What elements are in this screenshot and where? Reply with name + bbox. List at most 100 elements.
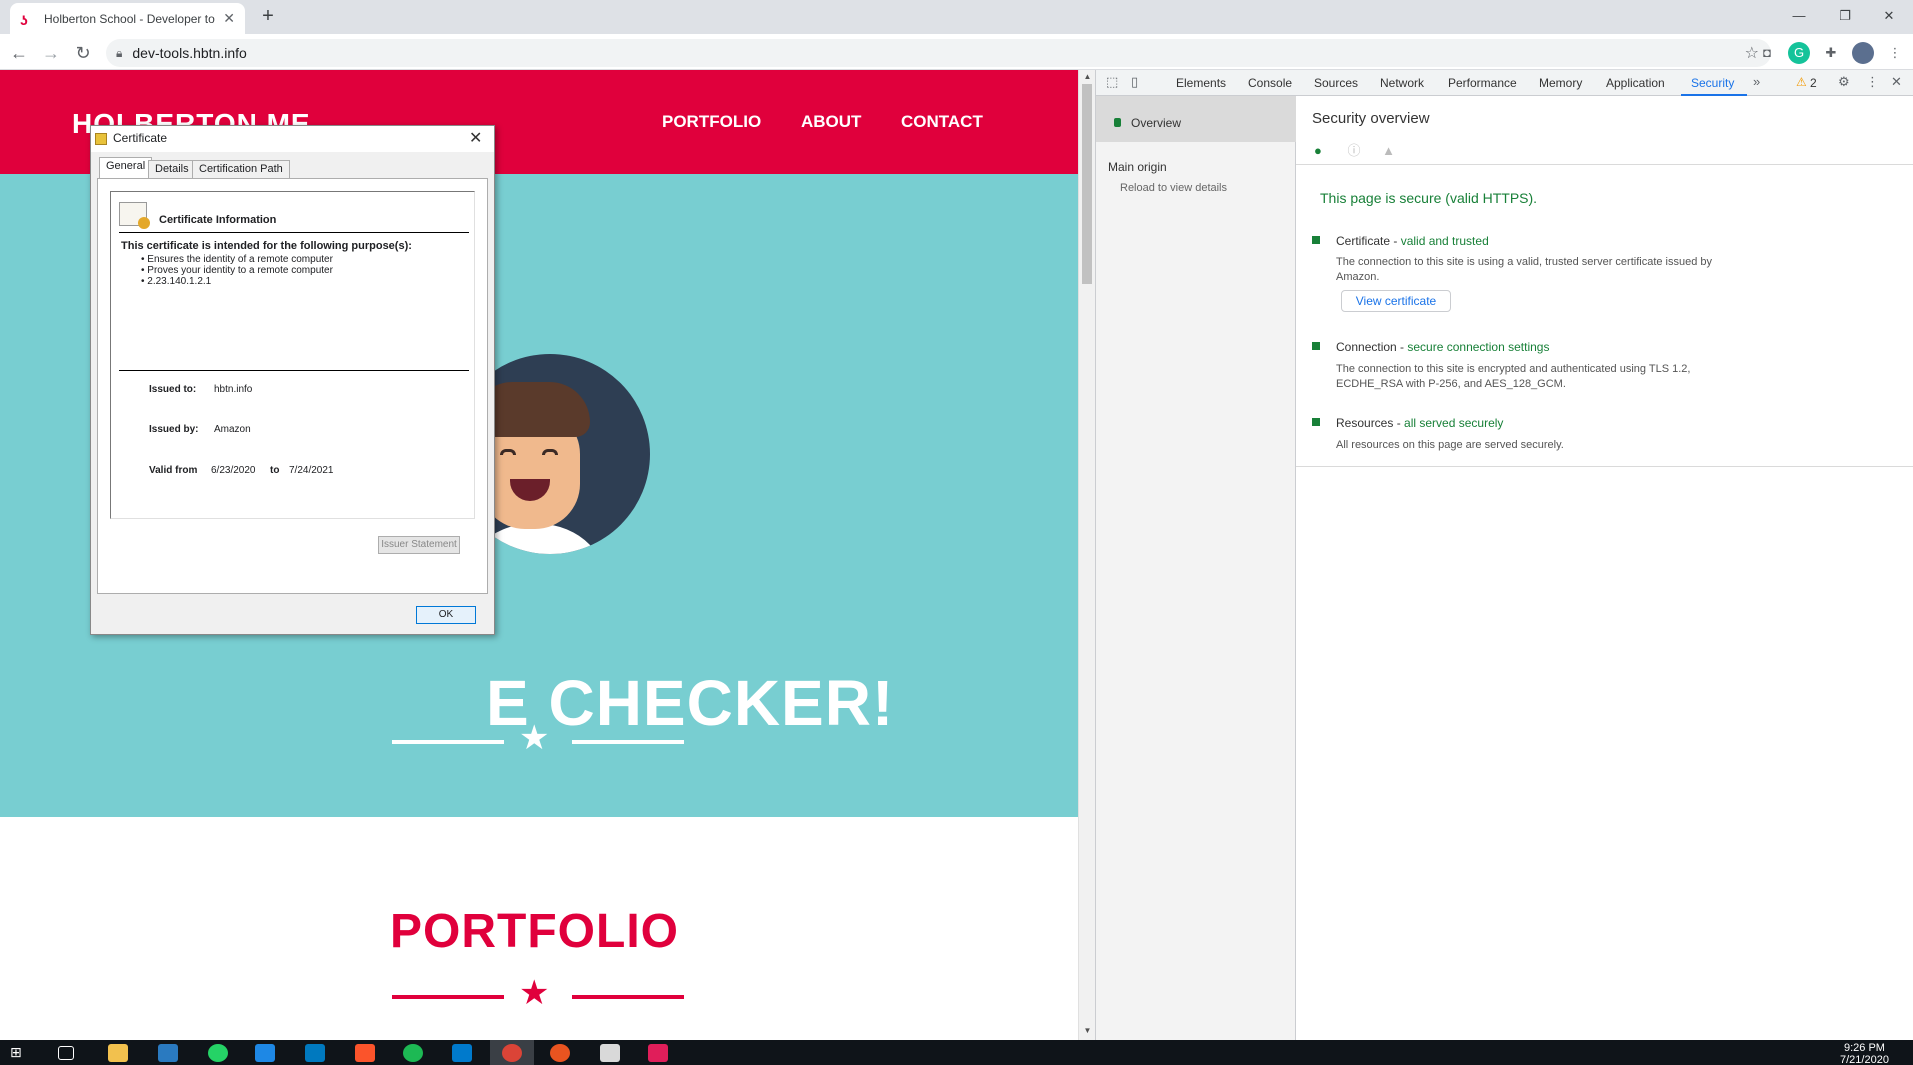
scroll-down-arrow-icon[interactable]: ▼ [1079, 1026, 1096, 1035]
divider-line [572, 740, 684, 744]
back-button[interactable]: ← [6, 40, 32, 66]
tab-security[interactable]: Security [1691, 76, 1734, 90]
certificate-info-heading: Certificate Information [159, 214, 277, 226]
issued-by-label: Issued by: [149, 424, 199, 435]
tab-memory[interactable]: Memory [1539, 76, 1582, 90]
reload-hint: Reload to view details [1120, 182, 1228, 194]
security-overview-heading: Security overview [1312, 110, 1430, 127]
star-icon: ★ [519, 974, 550, 1012]
tab-details[interactable]: Details [148, 160, 196, 179]
purpose-heading: This certificate is intended for the fol… [121, 240, 412, 252]
vscode-icon[interactable] [452, 1044, 472, 1062]
issued-to-value: hbtn.info [214, 384, 253, 395]
tab-network[interactable]: Network [1380, 76, 1424, 90]
pocket-icon[interactable]: ◘ [1756, 42, 1778, 64]
connection-desc: The connection to this site is encrypted… [1336, 363, 1691, 390]
certificate-icon [95, 133, 107, 145]
tab-performance[interactable]: Performance [1448, 76, 1517, 90]
page-scrollbar[interactable]: ▲ ▼ [1078, 70, 1095, 1040]
url-text: dev-tools.hbtn.info [132, 45, 247, 61]
view-certificate-button[interactable]: View certificate [1341, 290, 1451, 312]
tab-elements[interactable]: Elements [1176, 76, 1226, 90]
resources-label: Resources - [1336, 416, 1405, 430]
warning-icon[interactable]: ⚠ [1796, 75, 1807, 89]
avatar-eye [542, 449, 558, 455]
device-toolbar-icon[interactable]: ▯ [1131, 74, 1138, 90]
connection-label: Connection - [1336, 340, 1408, 354]
status-bullet [1312, 236, 1320, 244]
forward-button[interactable]: → [38, 40, 64, 66]
security-sidebar: Overview Main origin Reload to view deta… [1096, 96, 1296, 1040]
tab-certification-path[interactable]: Certification Path [192, 160, 290, 179]
whatsapp-icon[interactable] [208, 1044, 228, 1062]
close-dialog-icon[interactable]: ✕ [469, 128, 482, 148]
reload-button[interactable]: ↻ [70, 40, 96, 66]
minimize-button[interactable]: — [1776, 4, 1822, 28]
app-icon[interactable] [255, 1044, 275, 1062]
divider-line [392, 740, 504, 744]
clock-time: 9:26 PM [1843, 1042, 1885, 1054]
lock-icon[interactable]: 🔒︎ [116, 46, 122, 61]
status-bullet [1312, 342, 1320, 350]
app-icon[interactable] [600, 1044, 620, 1062]
new-tab-button[interactable]: + [256, 4, 280, 28]
nav-contact[interactable]: CONTACT [901, 112, 983, 132]
divider-line [572, 995, 684, 999]
info-icon: ⓘ [1347, 143, 1361, 158]
issued-by-value: Amazon [214, 424, 251, 435]
purpose-item: • Proves your identity to a remote compu… [141, 265, 333, 276]
certificate-dialog: Certificate ✕ General Details Certificat… [90, 125, 495, 635]
task-view-icon[interactable] [58, 1046, 74, 1060]
connection-title: Connection - secure connection settings [1336, 340, 1549, 354]
grammarly-icon[interactable]: G [1788, 42, 1810, 64]
purpose-item: • 2.23.140.1.2.1 [141, 276, 212, 287]
issuer-statement-button[interactable]: Issuer Statement [378, 536, 460, 554]
warning-count[interactable]: 2 [1810, 76, 1817, 90]
chrome-icon[interactable] [502, 1044, 522, 1062]
ok-button[interactable]: OK [416, 606, 476, 624]
settings-gear-icon[interactable]: ⚙ [1838, 74, 1850, 90]
divider [1296, 164, 1913, 165]
tab-sources[interactable]: Sources [1314, 76, 1358, 90]
restore-button[interactable]: ❐ [1822, 4, 1868, 28]
portfolio-title: PORTFOLIO [390, 905, 679, 958]
clock-date: 7/21/2020 [1840, 1054, 1889, 1065]
more-tabs-chevron-icon[interactable]: » [1753, 74, 1760, 89]
browser-tab[interactable]: ʖ Holberton School - Developer to ✕ [10, 3, 245, 34]
customize-kebab-icon[interactable]: ⋮ [1866, 74, 1879, 90]
close-tab-icon[interactable]: ✕ [223, 10, 235, 27]
sidebar-item-overview[interactable]: Overview [1096, 96, 1296, 142]
secure-status-message: This page is secure (valid HTTPS). [1320, 190, 1538, 206]
mail-icon[interactable] [158, 1044, 178, 1062]
tab-application[interactable]: Application [1606, 76, 1665, 90]
divider [1296, 466, 1913, 467]
scroll-up-arrow-icon[interactable]: ▲ [1079, 72, 1096, 81]
file-explorer-icon[interactable] [108, 1044, 128, 1062]
security-state-icons: ● ⓘ ▲ [1314, 140, 1395, 159]
profile-avatar[interactable] [1852, 42, 1874, 64]
brave-icon[interactable] [355, 1044, 375, 1062]
slack-icon[interactable] [648, 1044, 668, 1062]
ubuntu-icon[interactable] [550, 1044, 570, 1062]
scrollbar-thumb[interactable] [1082, 84, 1092, 284]
close-devtools-icon[interactable]: ✕ [1891, 74, 1902, 90]
close-window-button[interactable]: ✕ [1866, 4, 1912, 28]
nav-about[interactable]: ABOUT [801, 112, 861, 132]
tab-general[interactable]: General [99, 157, 153, 179]
certificate-seal-icon [119, 202, 150, 229]
connection-status: secure connection settings [1407, 340, 1550, 354]
address-bar[interactable]: 🔒︎ dev-tools.hbtn.info ☆ [106, 39, 1771, 67]
windows-start-icon[interactable]: ⊞ [10, 1044, 30, 1062]
nav-portfolio[interactable]: PORTFOLIO [662, 112, 761, 132]
inspect-element-icon[interactable]: ⬚ [1106, 74, 1118, 90]
menu-kebab-icon[interactable]: ⋮ [1884, 42, 1906, 64]
system-clock[interactable]: 9:26 PM 7/21/2020 [1840, 1042, 1889, 1065]
windows-taskbar: ⊞ 9:26 PM 7/21/2020 [0, 1040, 1913, 1065]
tab-title: Holberton School - Developer to [44, 11, 215, 26]
spotify-icon[interactable] [403, 1044, 423, 1062]
browser-toolbar: ← → ↻ 🔒︎ dev-tools.hbtn.info ☆ ◘ G ✚ ⋮ [0, 34, 1913, 70]
active-tab-indicator [1681, 94, 1747, 96]
tab-console[interactable]: Console [1248, 76, 1292, 90]
extensions-puzzle-icon[interactable]: ✚ [1820, 42, 1842, 64]
trello-icon[interactable] [305, 1044, 325, 1062]
